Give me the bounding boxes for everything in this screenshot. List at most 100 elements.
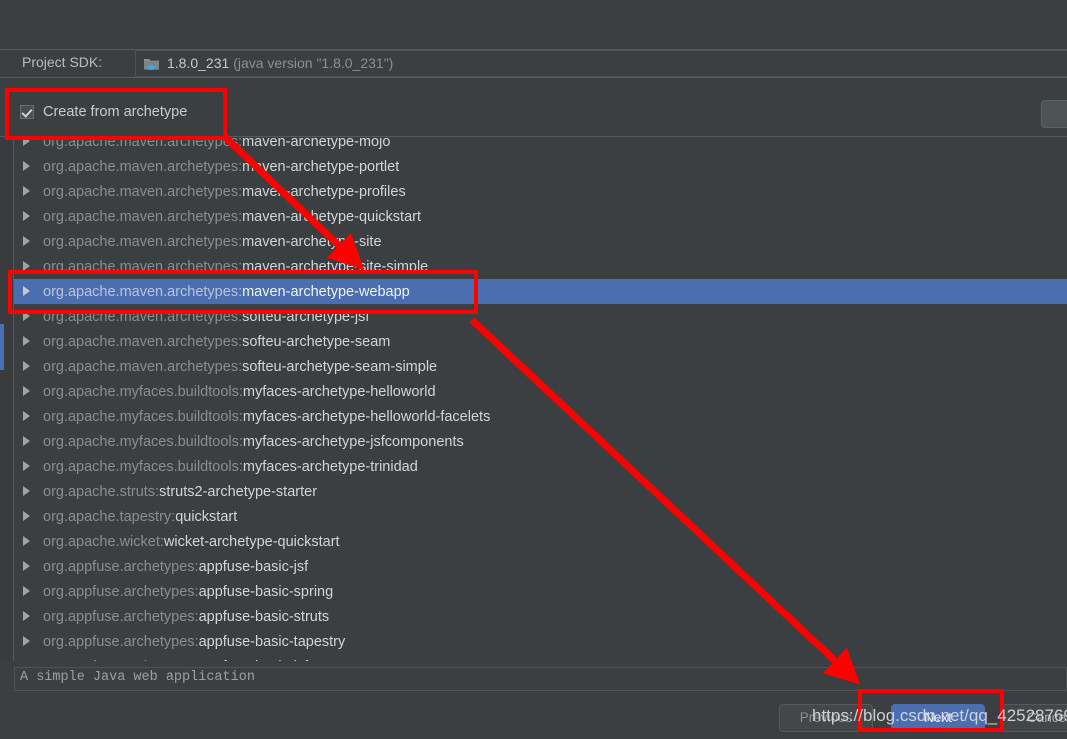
list-scrollbar-thumb[interactable]	[0, 324, 4, 370]
archetype-artifact-id: appfuse-basic-jsf	[199, 659, 309, 661]
archetype-group-id: org.apache.maven.archetypes:	[43, 259, 243, 275]
archetype-list-item[interactable]: org.apache.maven.archetypes:softeu-arche…	[14, 304, 1067, 329]
archetype-artifact-id: maven-archetype-site	[242, 234, 382, 250]
expand-triangle-icon[interactable]	[23, 138, 30, 146]
archetype-group-id: org.apache.maven.archetypes:	[43, 159, 243, 175]
archetype-artifact-id: softeu-archetype-seam	[242, 334, 391, 350]
add-archetype-button[interactable]	[1041, 100, 1067, 128]
archetype-rows: org.apache.maven.archetypes:maven-archet…	[14, 138, 1067, 661]
expand-triangle-icon[interactable]	[23, 360, 30, 371]
archetype-list-item[interactable]: org.apache.struts:struts2-archetype-star…	[14, 479, 1067, 504]
expand-triangle-icon[interactable]	[23, 235, 30, 246]
archetype-list-item[interactable]: org.apache.maven.archetypes:maven-archet…	[14, 254, 1067, 279]
archetype-group-id: org.apache.myfaces.buildtools:	[43, 384, 243, 400]
expand-triangle-icon[interactable]	[23, 335, 30, 346]
checkbox-check-icon[interactable]	[20, 105, 34, 119]
archetype-artifact-id: myfaces-archetype-trinidad	[242, 459, 418, 475]
expand-triangle-icon[interactable]	[23, 560, 30, 571]
project-sdk-combobox[interactable]: 1.8.0_231 (java version "1.8.0_231")	[135, 50, 1067, 77]
archetype-artifact-id: softeu-archetype-jsf	[242, 309, 370, 325]
archetype-artifact-id: appfuse-basic-spring	[198, 584, 334, 600]
project-sdk-label: Project SDK:	[22, 54, 103, 70]
expand-triangle-icon[interactable]	[23, 510, 30, 521]
archetype-artifact-id: appfuse-basic-tapestry	[198, 634, 346, 650]
next-button[interactable]: Next	[891, 704, 985, 732]
archetype-group-id: org.apache.maven.archetypes:	[43, 184, 243, 200]
archetype-list-item[interactable]: org.appfuse.archetypes:appfuse-basic-tap…	[14, 629, 1067, 654]
archetype-artifact-id: appfuse-basic-jsf	[198, 559, 309, 575]
archetype-group-id: org.apache.maven.archetypes:	[43, 309, 243, 325]
project-sdk-value: 1.8.0_231 (java version "1.8.0_231")	[167, 55, 393, 71]
archetype-group-id: org.appfuse.archetypes:	[43, 634, 199, 650]
expand-triangle-icon[interactable]	[23, 410, 30, 421]
archetype-group-id: org.apache.myfaces.buildtools:	[43, 459, 243, 475]
dialog-top-strip	[0, 0, 1067, 50]
archetype-group-id: org.apache.myfaces.buildtools:	[43, 409, 243, 425]
archetype-list-item[interactable]: org.apache.maven.archetypes:softeu-arche…	[14, 329, 1067, 354]
expand-triangle-icon[interactable]	[23, 435, 30, 446]
archetype-list-item[interactable]: org.appfuse.archetypes:appfuse-basic-str…	[14, 604, 1067, 629]
expand-triangle-icon[interactable]	[23, 485, 30, 496]
archetype-group-id: org.apache.maven.archetypes:	[43, 334, 243, 350]
archetype-list-item[interactable]: org.apache.maven.archetypes:softeu-arche…	[14, 354, 1067, 379]
archetype-group-id: org.apache.struts:	[43, 484, 160, 500]
list-left-rail	[0, 138, 13, 661]
archetype-artifact-id: maven-archetype-quickstart	[242, 209, 422, 225]
archetype-artifact-id: appfuse-basic-struts	[198, 609, 330, 625]
create-from-archetype-label: Create from archetype	[43, 104, 188, 120]
archetype-list-item[interactable]: org.apache.myfaces.buildtools:myfaces-ar…	[14, 379, 1067, 404]
archetype-list-item[interactable]: org.apache.maven.archetypes:maven-archet…	[14, 154, 1067, 179]
archetype-group-id: org.apache.wicket:	[43, 534, 164, 550]
archetype-list-item[interactable]: org.apache.myfaces.buildtools:myfaces-ar…	[14, 454, 1067, 479]
archetype-description-text: A simple Java web application	[20, 670, 255, 685]
archetype-artifact-id: myfaces-archetype-helloworld-facelets	[242, 409, 491, 425]
archetype-group-id: org.apache.maven.archetypes:	[43, 138, 243, 150]
archetype-list-item[interactable]: org.apache.maven.archetypes:maven-archet…	[14, 229, 1067, 254]
archetype-group-id: org.appfuse.archetypes:	[43, 659, 199, 661]
archetype-list-item[interactable]: org.apache.myfaces.buildtools:myfaces-ar…	[14, 404, 1067, 429]
expand-triangle-icon[interactable]	[23, 285, 30, 296]
archetype-artifact-id: maven-archetype-portlet	[242, 159, 400, 175]
java-folder-icon	[144, 59, 159, 70]
archetype-list-item[interactable]: org.appfuse.archetypes:appfuse-basic-spr…	[14, 579, 1067, 604]
create-from-archetype-row: Create from archetype	[0, 78, 1067, 137]
archetype-list-item[interactable]: org.apache.maven.archetypes:maven-archet…	[14, 179, 1067, 204]
archetype-artifact-id: maven-archetype-webapp	[242, 284, 410, 300]
expand-triangle-icon[interactable]	[23, 610, 30, 621]
archetype-list-item[interactable]: org.apache.myfaces.buildtools:myfaces-ar…	[14, 429, 1067, 454]
archetype-artifact-id: myfaces-archetype-jsfcomponents	[242, 434, 464, 450]
archetype-group-id: org.apache.tapestry:	[43, 509, 176, 525]
archetype-group-id: org.apache.maven.archetypes:	[43, 284, 243, 300]
expand-triangle-icon[interactable]	[23, 260, 30, 271]
expand-triangle-icon[interactable]	[23, 585, 30, 596]
archetype-list-item[interactable]: org.appfuse.archetypes:appfuse-basic-jsf	[14, 654, 1067, 661]
expand-triangle-icon[interactable]	[23, 635, 30, 646]
archetype-list-item[interactable]: org.apache.maven.archetypes:maven-archet…	[14, 279, 1067, 304]
expand-triangle-icon[interactable]	[23, 160, 30, 171]
archetype-artifact-id: quickstart	[175, 509, 238, 525]
archetype-list-item[interactable]: org.appfuse.archetypes:appfuse-basic-jsf	[14, 554, 1067, 579]
archetype-artifact-id: myfaces-archetype-helloworld	[242, 384, 436, 400]
expand-triangle-icon[interactable]	[23, 310, 30, 321]
expand-triangle-icon[interactable]	[23, 385, 30, 396]
archetype-list-item[interactable]: org.apache.wicket:wicket-archetype-quick…	[14, 529, 1067, 554]
archetype-artifact-id: softeu-archetype-seam-simple	[242, 359, 438, 375]
expand-triangle-icon[interactable]	[23, 210, 30, 221]
create-from-archetype-checkbox[interactable]: Create from archetype	[20, 104, 187, 120]
archetype-list-item[interactable]: org.apache.maven.archetypes:maven-archet…	[14, 138, 1067, 154]
expand-triangle-icon[interactable]	[23, 185, 30, 196]
archetype-artifact-id: maven-archetype-site-simple	[242, 259, 429, 275]
expand-triangle-icon[interactable]	[23, 535, 30, 546]
archetype-artifact-id: struts2-archetype-starter	[159, 484, 318, 500]
sdk-version: 1.8.0_231	[167, 55, 230, 71]
archetype-group-id: org.apache.maven.archetypes:	[43, 234, 243, 250]
archetype-group-id: org.appfuse.archetypes:	[43, 559, 199, 575]
expand-triangle-icon[interactable]	[23, 460, 30, 471]
archetype-list-pane[interactable]: org.apache.maven.archetypes:maven-archet…	[0, 138, 1067, 661]
archetype-list-item[interactable]: org.apache.tapestry:quickstart	[14, 504, 1067, 529]
sdk-version-detail: (java version "1.8.0_231")	[233, 55, 394, 71]
idea-new-project-dialog: Project SDK: 1.8.0_231 (java version "1.…	[0, 0, 1067, 739]
previous-button[interactable]: Previous	[779, 704, 873, 732]
archetype-list-item[interactable]: org.apache.maven.archetypes:maven-archet…	[14, 204, 1067, 229]
cancel-button[interactable]: Cancel	[1001, 704, 1067, 732]
